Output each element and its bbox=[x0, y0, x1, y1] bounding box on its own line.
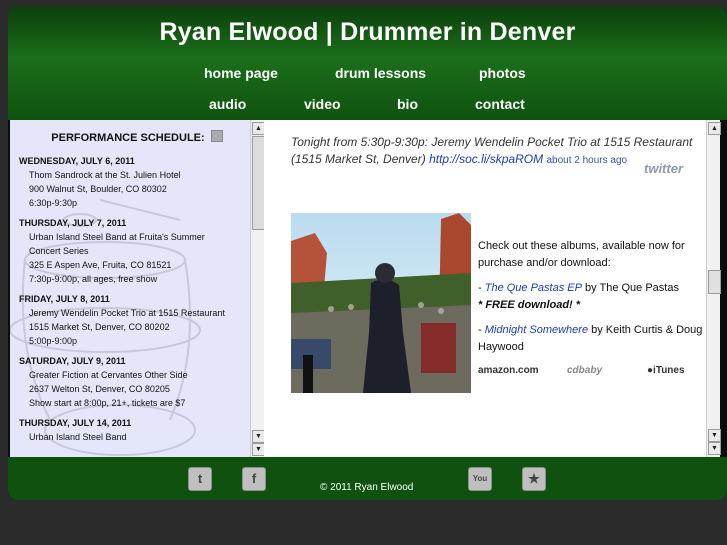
scroll-down-button-2[interactable]: ▼ bbox=[708, 442, 721, 455]
nav-home-page[interactable]: home page bbox=[204, 65, 278, 81]
facebook-icon[interactable]: f bbox=[242, 467, 266, 491]
page-frame: Ryan Elwood | Drummer in Denver home pag… bbox=[8, 6, 727, 500]
schedule-scrollbar[interactable]: ▲ ▼ ▼ bbox=[250, 120, 264, 457]
album-dash: - bbox=[478, 324, 485, 336]
concert-photo bbox=[291, 213, 471, 393]
twitter-icon[interactable]: t bbox=[188, 467, 212, 491]
nav-drum-lessons[interactable]: drum lessons bbox=[335, 65, 426, 81]
schedule-event: THURSDAY, JULY 14, 2011 Urban Island Ste… bbox=[19, 416, 251, 444]
event-time: 6:30p-9:30p bbox=[29, 198, 78, 208]
scroll-down-button[interactable]: ▼ bbox=[708, 429, 721, 442]
album-entry: - The Que Pastas EP by The Que Pastas * … bbox=[478, 280, 704, 314]
nav-bio[interactable]: bio bbox=[397, 96, 418, 112]
youtube-icon[interactable]: You bbox=[468, 467, 492, 491]
event-date: THURSDAY, JULY 7, 2011 bbox=[19, 218, 127, 228]
nav-audio[interactable]: audio bbox=[209, 96, 246, 112]
event-address: 1515 Market St, Denver, CO 80202 bbox=[29, 322, 170, 332]
event-venue-cont: Concert Series bbox=[29, 246, 89, 256]
itunes-store-link[interactable]: ●iTunes bbox=[647, 365, 685, 376]
schedule-event: FRIDAY, JULY 8, 2011 Jeremy Wendelin Poc… bbox=[19, 292, 251, 348]
event-time: 5:00p-9:00p bbox=[29, 336, 78, 346]
event-date: WEDNESDAY, JULY 6, 2011 bbox=[19, 156, 135, 166]
albums-intro: Check out these albums, available now fo… bbox=[478, 240, 685, 269]
tweet-link[interactable]: http://soc.li/skpaROM bbox=[429, 152, 543, 166]
schedule-event: SATURDAY, JULY 9, 2011 Greater Fiction a… bbox=[19, 354, 251, 410]
schedule-list: WEDNESDAY, JULY 6, 2011 Thom Sandrock at… bbox=[19, 154, 251, 450]
scroll-thumb[interactable] bbox=[252, 136, 264, 230]
event-time: Show start at 8:00p, 21+, tickets are $7 bbox=[29, 398, 186, 408]
album-link-midnight-somewhere[interactable]: Midnight Somewhere bbox=[485, 324, 588, 336]
latest-tweet: Tonight from 5:30p-9:30p: Jeremy Wendeli… bbox=[291, 134, 701, 169]
schedule-heading-text: PERFORMANCE SCHEDULE: bbox=[51, 132, 205, 144]
main-scrollbar[interactable]: ▲ ▼ ▼ bbox=[706, 120, 721, 457]
event-date: THURSDAY, JULY 14, 2011 bbox=[19, 418, 132, 428]
schedule-event: WEDNESDAY, JULY 6, 2011 Thom Sandrock at… bbox=[19, 154, 251, 210]
itunes-label: iTunes bbox=[653, 365, 685, 376]
scroll-up-button[interactable]: ▲ bbox=[252, 122, 264, 135]
schedule-event: THURSDAY, JULY 7, 2011 Urban Island Stee… bbox=[19, 216, 251, 286]
scroll-thumb[interactable] bbox=[708, 270, 721, 294]
event-venue: Thom Sandrock at the St. Julien Hotel bbox=[29, 170, 181, 180]
album-entry: - Midnight Somewhere by Keith Curtis & D… bbox=[478, 322, 704, 356]
albums-promo: Check out these albums, available now fo… bbox=[478, 238, 704, 364]
copyright-text: © 2011 Ryan Elwood bbox=[320, 482, 414, 493]
nav-video[interactable]: video bbox=[304, 96, 341, 112]
nav-contact[interactable]: contact bbox=[475, 96, 525, 112]
event-venue: Jeremy Wendelin Pocket Trio at 1515 Rest… bbox=[29, 308, 225, 318]
album-artist: by The Que Pastas bbox=[581, 282, 679, 294]
free-download-note: * FREE download! * bbox=[478, 299, 581, 311]
event-venue: Urban Island Steel Band at Fruita's Summ… bbox=[29, 232, 205, 242]
tweet-time[interactable]: about 2 hours ago bbox=[546, 155, 627, 166]
scroll-up-button[interactable]: ▲ bbox=[708, 122, 721, 135]
schedule-panel: PERFORMANCE SCHEDULE: WEDNESDAY, JULY 6,… bbox=[10, 120, 264, 457]
site-header: Ryan Elwood | Drummer in Denver home pag… bbox=[8, 6, 727, 120]
main-content: Tonight from 5:30p-9:30p: Jeremy Wendeli… bbox=[264, 120, 721, 457]
site-footer: t f © 2011 Ryan Elwood You ★ bbox=[8, 457, 727, 500]
event-address: 900 Walnut St, Boulder, CO 80302 bbox=[29, 184, 167, 194]
schedule-heading: PERFORMANCE SCHEDULE: bbox=[10, 130, 264, 144]
event-address: 2637 Welton St, Denver, CO 80205 bbox=[29, 384, 170, 394]
scroll-down-button[interactable]: ▼ bbox=[252, 430, 264, 443]
event-address: 325 E Aspen Ave, Fruita, CO 81521 bbox=[29, 260, 172, 270]
twitter-logo[interactable]: twitter bbox=[644, 161, 683, 176]
scroll-down-button-2[interactable]: ▼ bbox=[252, 443, 264, 456]
event-date: SATURDAY, JULY 9, 2011 bbox=[19, 356, 126, 366]
album-link-que-pastas[interactable]: The Que Pastas EP bbox=[485, 282, 582, 294]
site-title: Ryan Elwood | Drummer in Denver bbox=[159, 18, 576, 46]
cdbaby-store-link[interactable]: cdbaby bbox=[567, 365, 602, 376]
event-venue: Greater Fiction at Cervantes Other Side bbox=[29, 370, 188, 380]
event-venue: Urban Island Steel Band bbox=[29, 432, 127, 442]
album-dash: - bbox=[478, 282, 485, 294]
rss-feed-icon[interactable] bbox=[210, 130, 223, 142]
amazon-store-link[interactable]: amazon.com bbox=[478, 365, 539, 376]
nav-photos[interactable]: photos bbox=[479, 65, 526, 81]
event-time: 7:30p-9:00p, all ages, free show bbox=[29, 274, 158, 284]
event-date: FRIDAY, JULY 8, 2011 bbox=[19, 294, 110, 304]
reverbnation-icon[interactable]: ★ bbox=[522, 467, 546, 491]
